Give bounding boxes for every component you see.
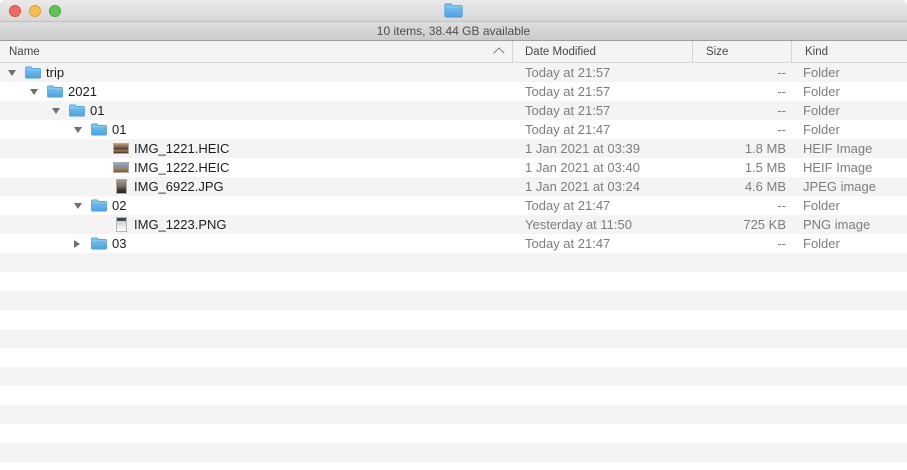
- file-size: --: [693, 63, 792, 82]
- image-thumbnail-icon: [113, 177, 129, 196]
- file-name: IMG_6922.JPG: [134, 177, 224, 196]
- folder-icon: [47, 82, 63, 101]
- date-modified: Today at 21:47: [513, 120, 693, 139]
- disclosure-triangle-icon[interactable]: [30, 89, 47, 95]
- date-modified: Today at 21:57: [513, 82, 693, 101]
- file-name: IMG_1221.HEIC: [134, 139, 229, 158]
- column-header-kind[interactable]: Kind: [792, 41, 907, 62]
- row-01-day[interactable]: 01 Today at 21:47 -- Folder: [0, 120, 907, 139]
- file-name: trip: [46, 63, 64, 82]
- date-modified: Today at 21:47: [513, 234, 693, 253]
- disclosure-triangle-icon[interactable]: [74, 240, 91, 248]
- file-size: --: [693, 196, 792, 215]
- file-size: 1.5 MB: [693, 158, 792, 177]
- file-size: --: [693, 82, 792, 101]
- column-header-row: Name Date Modified Size Kind: [0, 41, 907, 63]
- folder-icon: [69, 101, 85, 120]
- file-kind: Folder: [792, 234, 907, 253]
- date-modified: Yesterday at 11:50: [513, 215, 693, 234]
- file-list: trip Today at 21:57 -- Folder 2021 Today…: [0, 63, 907, 470]
- image-thumbnail-icon: [113, 139, 129, 158]
- file-size: --: [693, 101, 792, 120]
- folder-icon: [91, 120, 107, 139]
- close-button[interactable]: [9, 5, 21, 17]
- file-kind: JPEG image: [792, 177, 907, 196]
- file-kind: Folder: [792, 63, 907, 82]
- file-kind: HEIF Image: [792, 158, 907, 177]
- date-modified: Today at 21:47: [513, 196, 693, 215]
- sort-ascending-icon: [493, 47, 504, 58]
- status-text: 10 items, 38.44 GB available: [377, 24, 530, 38]
- disclosure-triangle-icon[interactable]: [74, 203, 91, 209]
- image-thumbnail-icon: [113, 158, 129, 177]
- file-name: 03: [112, 234, 126, 253]
- file-size: --: [693, 120, 792, 139]
- file-kind: Folder: [792, 82, 907, 101]
- row-2021[interactable]: 2021 Today at 21:57 -- Folder: [0, 82, 907, 101]
- file-kind: Folder: [792, 101, 907, 120]
- row-02-day[interactable]: 02 Today at 21:47 -- Folder: [0, 196, 907, 215]
- file-name: 01: [112, 120, 126, 139]
- image-thumbnail-icon: [113, 215, 129, 234]
- date-modified: 1 Jan 2021 at 03:39: [513, 139, 693, 158]
- file-size: 4.6 MB: [693, 177, 792, 196]
- row-img-6922-jpg[interactable]: IMG_6922.JPG 1 Jan 2021 at 03:24 4.6 MB …: [0, 177, 907, 196]
- disclosure-triangle-icon[interactable]: [74, 127, 91, 133]
- file-name: 2021: [68, 82, 97, 101]
- row-img-1221-heic[interactable]: IMG_1221.HEIC 1 Jan 2021 at 03:39 1.8 MB…: [0, 139, 907, 158]
- status-bar: 10 items, 38.44 GB available: [0, 22, 907, 41]
- file-name: 01: [90, 101, 104, 120]
- zoom-button[interactable]: [49, 5, 61, 17]
- file-name: IMG_1222.HEIC: [134, 158, 229, 177]
- column-header-date-modified[interactable]: Date Modified: [513, 41, 693, 62]
- minimize-button[interactable]: [29, 5, 41, 17]
- row-img-1223-png[interactable]: IMG_1223.PNG Yesterday at 11:50 725 KB P…: [0, 215, 907, 234]
- date-modified: Today at 21:57: [513, 63, 693, 82]
- file-kind: PNG image: [792, 215, 907, 234]
- date-modified: 1 Jan 2021 at 03:24: [513, 177, 693, 196]
- row-03-day[interactable]: 03 Today at 21:47 -- Folder: [0, 234, 907, 253]
- column-header-size[interactable]: Size: [693, 41, 792, 62]
- folder-icon: [25, 63, 41, 82]
- proxy-folder-icon[interactable]: [444, 3, 463, 18]
- file-kind: Folder: [792, 120, 907, 139]
- date-modified: 1 Jan 2021 at 03:40: [513, 158, 693, 177]
- finder-window: 10 items, 38.44 GB available Name Date M…: [0, 0, 907, 470]
- file-name: IMG_1223.PNG: [134, 215, 227, 234]
- row-01-month[interactable]: 01 Today at 21:57 -- Folder: [0, 101, 907, 120]
- file-kind: Folder: [792, 196, 907, 215]
- folder-icon: [91, 196, 107, 215]
- file-size: 725 KB: [693, 215, 792, 234]
- row-trip[interactable]: trip Today at 21:57 -- Folder: [0, 63, 907, 82]
- disclosure-triangle-icon[interactable]: [8, 70, 25, 76]
- file-name: 02: [112, 196, 126, 215]
- file-size: --: [693, 234, 792, 253]
- file-kind: HEIF Image: [792, 139, 907, 158]
- folder-icon: [91, 234, 107, 253]
- column-header-name[interactable]: Name: [0, 41, 513, 62]
- disclosure-triangle-icon[interactable]: [52, 108, 69, 114]
- row-img-1222-heic[interactable]: IMG_1222.HEIC 1 Jan 2021 at 03:40 1.5 MB…: [0, 158, 907, 177]
- title-bar[interactable]: [0, 0, 907, 22]
- file-size: 1.8 MB: [693, 139, 792, 158]
- traffic-lights: [9, 5, 61, 17]
- date-modified: Today at 21:57: [513, 101, 693, 120]
